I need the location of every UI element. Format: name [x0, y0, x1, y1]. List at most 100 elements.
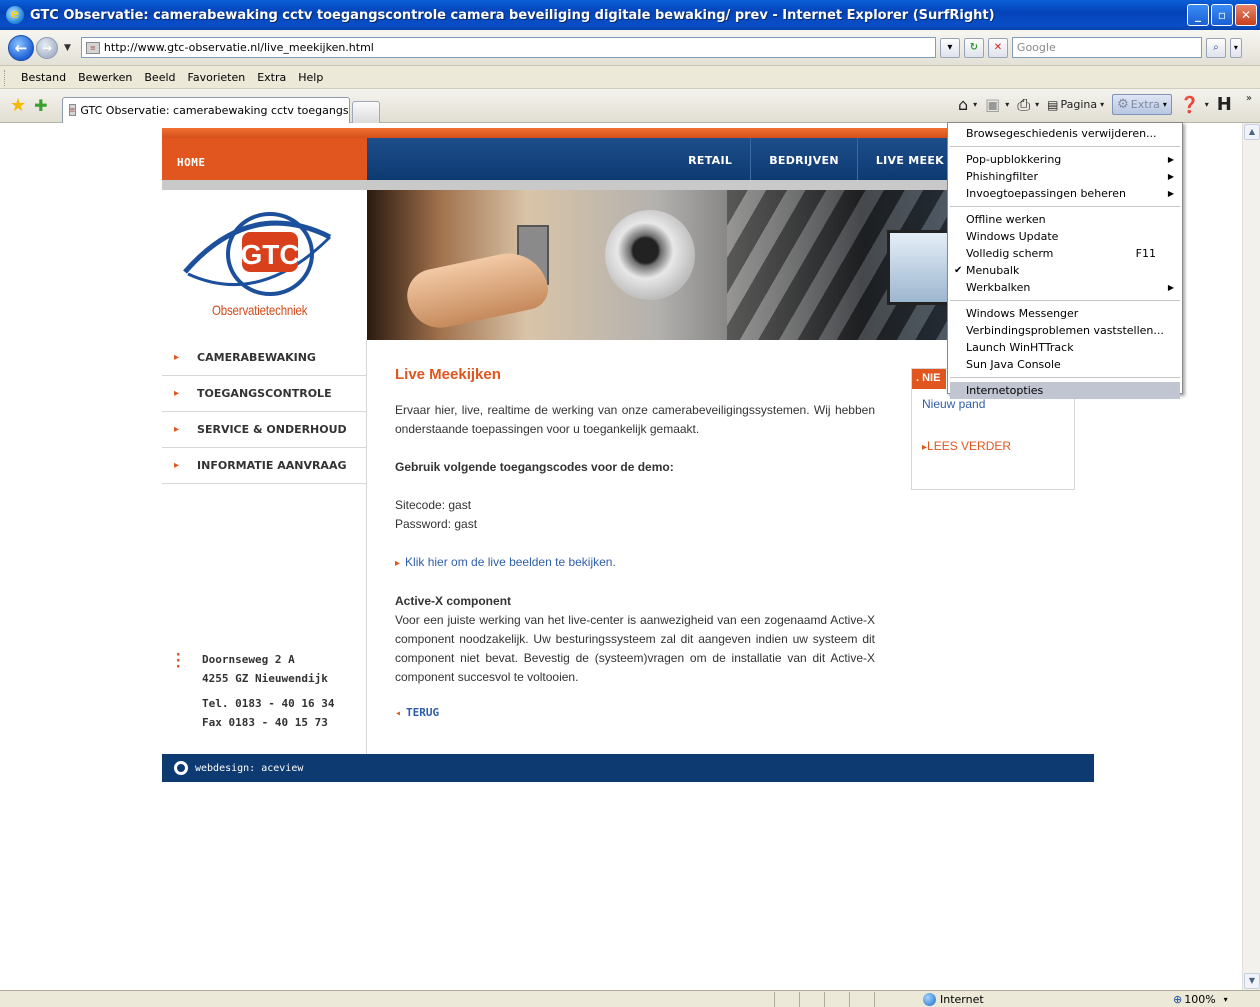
address-street: Doornseweg 2 A [202, 653, 295, 666]
menu-item-label: Windows Update [966, 230, 1059, 243]
menu-separator [950, 206, 1180, 207]
submenu-arrow-icon: ▶ [1167, 172, 1174, 181]
menu-item-offline[interactable]: Offline werken [948, 211, 1182, 228]
zoom-control[interactable]: ⊕ 100% ▾ [1173, 993, 1228, 1006]
page-icon: ▤ [1047, 97, 1059, 112]
search-input[interactable]: Google [1011, 37, 1202, 58]
submenu-arrow-icon: ▶ [1167, 283, 1174, 292]
menu-item-label: Browsegeschiedenis verwijderen... [966, 127, 1157, 140]
menu-item-diagnose-connection[interactable]: Verbindingsproblemen vaststellen... [948, 322, 1182, 339]
nav-retail[interactable]: RETAIL [670, 138, 750, 180]
nav-bedrijven[interactable]: BEDRIJVEN [750, 138, 857, 180]
menu-item-windows-update[interactable]: Windows Update [948, 228, 1182, 245]
menu-item-menubar[interactable]: ✔ Menubalk [948, 262, 1182, 279]
search-options-button[interactable]: ▾ [1229, 37, 1242, 58]
menu-item-fullscreen[interactable]: Volledig scherm F11 [948, 245, 1182, 262]
page-title: Live Meekijken [395, 366, 501, 383]
url-dropdown-button[interactable]: ▾ [939, 37, 960, 58]
menu-item-popup-blocker[interactable]: Pop-upblokkering ▶ [948, 151, 1182, 168]
activex-heading: Active-X component [395, 594, 512, 608]
help-button[interactable]: ❓ ▾ [1180, 95, 1209, 114]
menu-item-internet-options[interactable]: Internetopties [950, 382, 1180, 399]
menu-item-manage-addons[interactable]: Invoegtoepassingen beheren ▶ [948, 185, 1182, 202]
address-city: 4255 GZ Nieuwendijk [202, 672, 328, 685]
httrack-button[interactable]: H [1217, 94, 1232, 115]
search-icon[interactable]: ⌕ [1205, 37, 1226, 58]
sitecode-text: Sitecode: gast [395, 498, 472, 512]
menu-item-label: Windows Messenger [966, 307, 1079, 320]
footer-credit[interactable]: webdesign: aceview [195, 763, 303, 774]
new-tab-button[interactable] [351, 100, 380, 123]
feeds-icon: ▣ [985, 95, 1001, 114]
menu-item-winhttrack[interactable]: Launch WinHTTrack [948, 339, 1182, 356]
minimize-button[interactable]: _ [1187, 4, 1209, 26]
sidebar-item-camerabewaking[interactable]: ▸ CAMERABEWAKING [162, 340, 366, 376]
menu-favorieten[interactable]: Favorieten [182, 71, 252, 84]
menu-item-label: Volledig scherm [966, 247, 1054, 260]
sidebar-item-toegangscontrole[interactable]: ▸ TOEGANGSCONTROLE [162, 376, 366, 412]
menu-beeld[interactable]: Beeld [138, 71, 181, 84]
menu-item-label: Offline werken [966, 213, 1046, 226]
menu-extra[interactable]: Extra [251, 71, 292, 84]
menu-item-label: Werkbalken [966, 281, 1031, 294]
chevron-right-icon: ▸ [174, 388, 180, 399]
back-button[interactable]: ← [8, 34, 34, 61]
live-link[interactable]: ▸ Klik hier om de live beelden te bekijke… [395, 553, 875, 573]
menu-bestand[interactable]: Bestand [15, 71, 72, 84]
live-link-label: Klik hier om de live beelden te bekijken… [405, 555, 616, 569]
favorites-center-icon[interactable]: ★ [10, 95, 26, 116]
home-button[interactable]: ⌂ ▾ [958, 95, 977, 114]
extra-dropdown-menu: Browsegeschiedenis verwijderen... Pop-up… [947, 122, 1183, 399]
restore-button[interactable]: ▫ [1211, 4, 1233, 26]
logo-panel: GTC Observatietechniek [162, 190, 367, 340]
gear-icon: ⚙ [1117, 97, 1129, 112]
menu-separator [950, 146, 1180, 147]
vertical-scrollbar[interactable]: ▲ ▼ [1242, 123, 1260, 990]
window-controls: _ ▫ ✕ [1187, 4, 1257, 26]
print-button[interactable]: ⎙ ▾ [1017, 95, 1039, 115]
feeds-button[interactable]: ▣ ▾ [985, 95, 1009, 114]
back-link[interactable]: ◂ TERUG [395, 706, 875, 719]
add-favorite-icon[interactable]: ✚ [34, 96, 47, 115]
hand-shape [402, 246, 552, 334]
url-field[interactable]: ≡ http://www.gtc-observatie.nl/live_meek… [80, 37, 936, 58]
address-tel: Tel. 0183 - 40 16 34 [202, 697, 335, 710]
company-address: · · · Doornseweg 2 A 4255 GZ Nieuwendijk T… [174, 648, 335, 732]
page-menu-button[interactable]: ▤ Pagina ▾ [1047, 98, 1104, 112]
menu-item-label: Verbindingsproblemen vaststellen... [966, 324, 1164, 337]
toolbar-overflow-icon[interactable]: » [1246, 93, 1252, 104]
sidebar: ▸ CAMERABEWAKING ▸ TOEGANGSCONTROLE ▸ SERVI… [162, 340, 367, 754]
close-button[interactable]: ✕ [1235, 4, 1257, 26]
read-more-label: LEES VERDER [927, 439, 1012, 453]
read-more-link[interactable]: ▸LEES VERDER [912, 411, 1074, 453]
history-dropdown-icon[interactable]: ▼ [64, 43, 71, 53]
scroll-up-icon[interactable]: ▲ [1244, 124, 1260, 140]
chevron-right-icon: ▸ [174, 352, 180, 363]
scroll-down-icon[interactable]: ▼ [1244, 973, 1260, 989]
menu-item-messenger[interactable]: Windows Messenger [948, 305, 1182, 322]
tab-current[interactable]: ≡ GTC Observatie: camerabewaking cctv to… [61, 96, 350, 123]
tab-favicon-icon: ≡ [68, 104, 77, 116]
forward-button[interactable]: → [36, 36, 58, 59]
menu-item-phishing-filter[interactable]: Phishingfilter ▶ [948, 168, 1182, 185]
sidebar-item-service[interactable]: ▸ SERVICE & ONDERHOUD [162, 412, 366, 448]
dome-camera-shape [605, 210, 695, 300]
window-title: GTC Observatie: camerabewaking cctv toeg… [30, 7, 995, 23]
menu-help[interactable]: Help [292, 71, 329, 84]
url-text: http://www.gtc-observatie.nl/live_meekij… [103, 41, 374, 54]
refresh-button[interactable]: ↻ [963, 37, 984, 58]
extra-menu-button[interactable]: ⚙ Extra ▾ [1112, 94, 1172, 115]
security-zone[interactable]: Internet [923, 992, 1163, 1006]
extra-menu-label: Extra [1130, 98, 1160, 111]
nav-home[interactable]: HOME [162, 138, 367, 180]
menu-item-delete-history[interactable]: Browsegeschiedenis verwijderen... [948, 125, 1182, 142]
sidebar-item-label: INFORMATIE AANVRAAG [197, 459, 347, 472]
sidebar-item-label: TOEGANGSCONTROLE [197, 387, 332, 400]
menu-item-toolbars[interactable]: Werkbalken ▶ [948, 279, 1182, 296]
shortcut-label: F11 [1135, 247, 1156, 260]
sidebar-item-informatie[interactable]: ▸ INFORMATIE AANVRAAG [162, 448, 366, 484]
menu-bewerken[interactable]: Bewerken [72, 71, 138, 84]
menu-item-java-console[interactable]: Sun Java Console [948, 356, 1182, 373]
site-footer: webdesign: aceview [162, 754, 1094, 782]
stop-button[interactable]: ✕ [987, 37, 1008, 58]
